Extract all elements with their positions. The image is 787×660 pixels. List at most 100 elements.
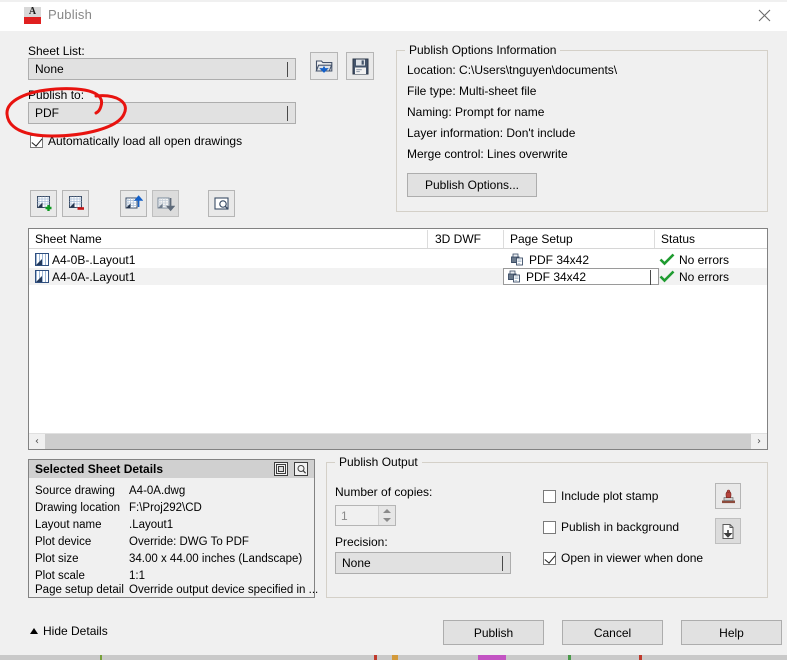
- move-sheet-up-button[interactable]: [120, 190, 147, 217]
- hide-details-toggle[interactable]: Hide Details: [30, 624, 108, 638]
- selected-sheet-details-header: Selected Sheet Details: [29, 460, 314, 478]
- checkbox-box: [543, 489, 556, 503]
- floppy-save-icon: [352, 58, 368, 74]
- sheet-list-combobox[interactable]: None: [28, 58, 296, 80]
- load-sheet-list-button[interactable]: [310, 52, 338, 80]
- preview-details-icon[interactable]: [294, 462, 308, 476]
- detail-label-drawing-location: Drawing location: [35, 502, 121, 514]
- publish-to-combobox[interactable]: PDF: [28, 102, 296, 124]
- detail-value-plot-scale: 1:1: [129, 570, 145, 582]
- cell-sheet-name[interactable]: A4-0A-.Layout1: [35, 268, 135, 285]
- copy-details-icon[interactable]: [274, 462, 288, 476]
- column-header-status[interactable]: Status: [661, 232, 695, 246]
- precision-label: Precision:: [335, 535, 388, 549]
- status-check-icon: [659, 253, 675, 266]
- chevron-down-icon: [287, 106, 288, 121]
- cell-page-setup[interactable]: PDF 34x42: [510, 251, 589, 268]
- cell-status[interactable]: No errors: [659, 268, 729, 285]
- detail-label-layout-name: Layout name: [35, 519, 102, 531]
- column-divider[interactable]: [503, 230, 504, 248]
- sheet-list-value: None: [35, 62, 64, 76]
- page-setup-icon: [507, 270, 522, 283]
- number-of-copies-stepper[interactable]: 1: [335, 505, 396, 526]
- detail-label-plot-device: Plot device: [35, 536, 92, 548]
- cell-status[interactable]: No errors: [659, 251, 729, 268]
- scroll-left-icon[interactable]: ‹: [29, 434, 45, 449]
- table-row[interactable]: A4-0B-.Layout1 PDF 34x42 No errors: [29, 251, 767, 268]
- publish-in-background-checkbox[interactable]: Publish in background: [543, 520, 679, 534]
- sheet-name-text: A4-0A-.Layout1: [52, 269, 136, 284]
- detail-label-plot-size: Plot size: [35, 553, 79, 565]
- publish-output-group: Publish Output Number of copies: 1 Preci…: [326, 455, 768, 598]
- chevron-up-icon: [30, 628, 38, 634]
- move-sheet-down-button[interactable]: [152, 190, 179, 217]
- plot-stamp-icon: [721, 489, 735, 503]
- move-up-icon: [125, 194, 143, 208]
- publish-output-legend: Publish Output: [335, 455, 422, 469]
- publish-in-background-label: Publish in background: [561, 520, 680, 534]
- option-naming: Naming: Prompt for name: [407, 105, 545, 119]
- status-check-icon: [659, 270, 675, 283]
- window-title: Publish: [48, 7, 93, 22]
- autocad-logo-icon: A: [24, 7, 41, 24]
- cancel-button[interactable]: Cancel: [562, 620, 663, 645]
- remove-sheet-icon: [69, 195, 84, 210]
- auto-load-drawings-checkbox[interactable]: Automatically load all open drawings: [30, 134, 242, 148]
- status-text: No errors: [679, 252, 730, 267]
- number-of-copies-label: Number of copies:: [335, 485, 433, 499]
- publish-job-button[interactable]: [715, 518, 741, 544]
- help-button[interactable]: Help: [681, 620, 782, 645]
- horizontal-scrollbar[interactable]: ‹ ›: [29, 433, 767, 449]
- remove-sheets-button[interactable]: [62, 190, 89, 217]
- title-accent-strip: [0, 0, 787, 2]
- precision-combobox[interactable]: None: [335, 552, 511, 574]
- column-header-sheet-name[interactable]: Sheet Name: [35, 232, 102, 246]
- save-sheet-list-button[interactable]: [346, 52, 374, 80]
- selected-sheet-details-panel: Selected Sheet Details Source drawing A4…: [28, 459, 318, 598]
- stepper-up-icon[interactable]: [379, 506, 395, 516]
- open-in-viewer-label: Open in viewer when done: [561, 551, 704, 565]
- add-sheets-button[interactable]: [30, 190, 57, 217]
- scrollbar-thumb[interactable]: [45, 434, 751, 449]
- chevron-down-icon: [502, 556, 503, 571]
- status-text: No errors: [679, 269, 730, 284]
- add-sheet-icon: [37, 195, 52, 211]
- detail-label-page-setup-detail: Page setup detail: [35, 584, 124, 596]
- layout-sheet-icon: [35, 270, 49, 283]
- open-in-viewer-checkbox[interactable]: Open in viewer when done: [543, 551, 703, 565]
- move-down-icon: [157, 197, 175, 211]
- include-plot-stamp-label: Include plot stamp: [561, 489, 659, 503]
- sheet-name-text: A4-0B-.Layout1: [52, 252, 136, 267]
- column-header-3d-dwf[interactable]: 3D DWF: [435, 232, 481, 246]
- column-header-page-setup[interactable]: Page Setup: [510, 232, 573, 246]
- checkbox-box: [543, 551, 556, 565]
- number-of-copies-value[interactable]: 1: [336, 506, 378, 525]
- autocad-logo-bar: [24, 17, 41, 24]
- publish-dialog: A Publish Sheet List: None Publish to: P…: [0, 0, 787, 660]
- column-divider[interactable]: [654, 230, 655, 248]
- publish-to-value: PDF: [35, 106, 59, 120]
- checkbox-box: [30, 134, 43, 148]
- plot-stamp-settings-button[interactable]: [715, 483, 741, 509]
- publish-to-label: Publish to:: [28, 88, 85, 102]
- stepper-down-icon[interactable]: [379, 515, 395, 525]
- preview-sheet-button[interactable]: [208, 190, 235, 217]
- cell-sheet-name[interactable]: A4-0B-.Layout1: [35, 251, 135, 268]
- selected-sheet-details-title: Selected Sheet Details: [35, 462, 164, 476]
- page-setup-icon: [510, 253, 525, 266]
- scroll-right-icon[interactable]: ›: [751, 434, 767, 449]
- publish-button[interactable]: Publish: [443, 620, 544, 645]
- table-header-row: Sheet Name 3D DWF Page Setup Status: [29, 229, 767, 249]
- publish-options-legend: Publish Options Information: [405, 43, 561, 57]
- publish-options-button[interactable]: Publish Options...: [407, 173, 537, 197]
- page-setup-combobox[interactable]: PDF 34x42: [503, 268, 659, 285]
- include-plot-stamp-checkbox[interactable]: Include plot stamp: [543, 489, 658, 503]
- table-row[interactable]: A4-0A-.Layout1 PDF 34x42 No errors: [29, 268, 767, 285]
- detail-value-layout-name: .Layout1: [129, 519, 174, 531]
- detail-value-source-drawing: A4-0A.dwg: [129, 485, 186, 497]
- title-bar: A Publish: [0, 0, 787, 31]
- stepper-arrows[interactable]: [378, 506, 395, 525]
- column-divider[interactable]: [427, 230, 428, 248]
- close-icon[interactable]: [741, 0, 787, 30]
- background-strip: [0, 655, 787, 660]
